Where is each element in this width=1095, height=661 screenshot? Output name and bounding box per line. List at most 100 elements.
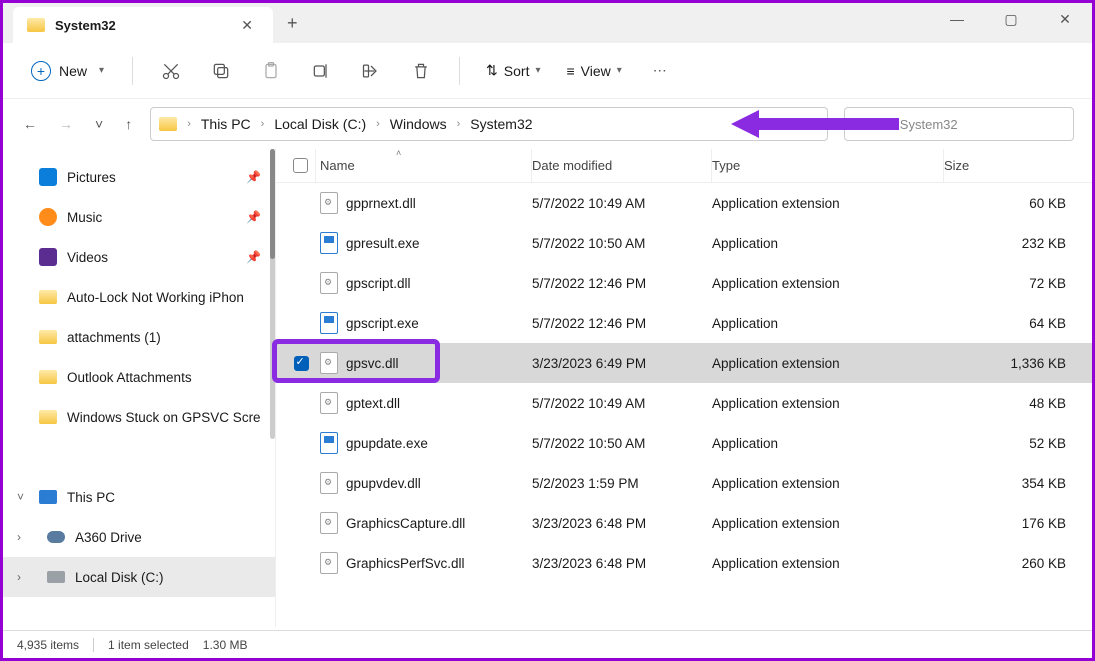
file-row[interactable]: gpprnext.dll 5/7/2022 10:49 AM Applicati… bbox=[276, 183, 1092, 223]
file-date: 3/23/2023 6:49 PM bbox=[532, 356, 712, 371]
expander-icon[interactable]: › bbox=[17, 530, 21, 544]
sidebar-item[interactable]: › Local Disk (C:) bbox=[3, 557, 275, 597]
sidebar-item[interactable]: › A360 Drive bbox=[3, 517, 275, 557]
file-size: 48 KB bbox=[944, 396, 1092, 411]
sidebar-item[interactable]: attachments (1) bbox=[3, 317, 275, 357]
close-tab-icon[interactable]: ✕ bbox=[235, 17, 259, 34]
sidebar-item[interactable]: Videos📌 bbox=[3, 237, 275, 277]
exe-file-icon bbox=[320, 432, 338, 454]
sidebar-item[interactable]: Auto-Lock Not Working iPhon bbox=[3, 277, 275, 317]
rename-icon[interactable] bbox=[301, 53, 341, 89]
new-label: New bbox=[59, 63, 87, 79]
sidebar-item[interactable]: Outlook Attachments bbox=[3, 357, 275, 397]
select-all-checkbox[interactable] bbox=[293, 158, 308, 173]
new-button[interactable]: + New ▾ bbox=[21, 55, 114, 87]
dll-file-icon bbox=[320, 552, 338, 574]
crumb-thispc[interactable]: This PC bbox=[197, 116, 255, 132]
view-button[interactable]: ≡ View ▾ bbox=[559, 63, 630, 79]
forward-button[interactable]: → bbox=[57, 114, 75, 134]
sidebar-item[interactable]: Pictures 📌 bbox=[3, 157, 275, 197]
file-name: gpscript.dll bbox=[346, 276, 411, 291]
file-row[interactable]: gpupvdev.dll 5/2/2023 1:59 PM Applicatio… bbox=[276, 463, 1092, 503]
up-button[interactable]: ↑ bbox=[123, 114, 134, 134]
share-icon[interactable] bbox=[351, 53, 391, 89]
sidebar-item[interactable]: Windows Stuck on GPSVC Scre bbox=[3, 397, 275, 437]
dll-file-icon bbox=[320, 272, 338, 294]
file-type: Application extension bbox=[712, 556, 944, 571]
crumb-windows[interactable]: Windows bbox=[386, 116, 451, 132]
view-label: View bbox=[581, 63, 611, 79]
maximize-button[interactable]: ▢ bbox=[996, 11, 1026, 28]
window-controls: — ▢ ✕ bbox=[942, 11, 1080, 28]
pin-icon: 📌 bbox=[246, 170, 261, 184]
sort-indicator-icon: ˄ bbox=[396, 148, 401, 158]
column-size[interactable]: Size bbox=[944, 149, 1092, 182]
recent-button[interactable]: ˅ bbox=[93, 114, 105, 134]
file-type: Application extension bbox=[712, 516, 944, 531]
crumb-system32[interactable]: System32 bbox=[466, 116, 536, 132]
copy-icon[interactable] bbox=[201, 53, 241, 89]
crumb-c[interactable]: Local Disk (C:) bbox=[270, 116, 370, 132]
cut-icon[interactable] bbox=[151, 53, 191, 89]
sidebar-item-label: attachments (1) bbox=[67, 330, 161, 345]
column-name[interactable]: Name˄ bbox=[316, 149, 532, 182]
sort-button[interactable]: ⇅ Sort ▾ bbox=[478, 62, 548, 79]
sidebar-item[interactable]: Music📌 bbox=[3, 197, 275, 237]
file-date: 5/7/2022 10:50 AM bbox=[532, 436, 712, 451]
column-date[interactable]: Date modified bbox=[532, 149, 712, 182]
folder-icon bbox=[39, 330, 57, 344]
file-size: 354 KB bbox=[944, 476, 1092, 491]
more-icon[interactable]: ⋯ bbox=[640, 53, 680, 89]
file-name: gpsvc.dll bbox=[346, 356, 399, 371]
file-type: Application bbox=[712, 316, 944, 331]
sidebar-item-label: Pictures bbox=[67, 170, 116, 185]
chevron-down-icon: ▾ bbox=[535, 65, 540, 76]
column-type[interactable]: Type bbox=[712, 149, 944, 182]
music-icon bbox=[39, 208, 57, 226]
expander-icon[interactable]: ˅ bbox=[17, 490, 24, 504]
tab-bar: System32 ✕ + bbox=[3, 3, 1092, 43]
dll-file-icon bbox=[320, 192, 338, 214]
pc-icon bbox=[39, 490, 57, 504]
breadcrumb[interactable]: › This PC › Local Disk (C:) › Windows › … bbox=[150, 107, 828, 141]
file-size: 72 KB bbox=[944, 276, 1092, 291]
minimize-button[interactable]: — bbox=[942, 11, 972, 28]
paste-icon[interactable] bbox=[251, 53, 291, 89]
sidebar-item-label: A360 Drive bbox=[75, 530, 142, 545]
back-button[interactable]: ← bbox=[21, 114, 39, 134]
file-name: gpupvdev.dll bbox=[346, 476, 421, 491]
file-row[interactable]: gpscript.exe 5/7/2022 12:46 PM Applicati… bbox=[276, 303, 1092, 343]
exe-file-icon bbox=[320, 312, 338, 334]
new-tab-button[interactable]: + bbox=[273, 13, 312, 34]
sidebar-scrollbar-thumb[interactable] bbox=[270, 149, 275, 259]
file-name: gpresult.exe bbox=[346, 236, 420, 251]
status-total: 4,935 items bbox=[17, 638, 79, 652]
close-button[interactable]: ✕ bbox=[1050, 11, 1080, 28]
annotation-arrow bbox=[731, 110, 899, 138]
file-name: gpscript.exe bbox=[346, 316, 419, 331]
file-row[interactable]: gpupdate.exe 5/7/2022 10:50 AM Applicati… bbox=[276, 423, 1092, 463]
file-row[interactable]: gpresult.exe 5/7/2022 10:50 AM Applicati… bbox=[276, 223, 1092, 263]
delete-icon[interactable] bbox=[401, 53, 441, 89]
row-checkbox[interactable] bbox=[294, 356, 309, 371]
expander-icon[interactable]: › bbox=[17, 570, 21, 584]
sidebar-item[interactable]: ˅ This PC bbox=[3, 477, 275, 517]
sidebar-item-label: This PC bbox=[67, 490, 115, 505]
file-size: 64 KB bbox=[944, 316, 1092, 331]
dll-file-icon bbox=[320, 392, 338, 414]
tab-system32[interactable]: System32 ✕ bbox=[13, 7, 273, 43]
nav-row: ← → ˅ ↑ › This PC › Local Disk (C:) › Wi… bbox=[3, 99, 1092, 149]
file-row[interactable]: GraphicsCapture.dll 3/23/2023 6:48 PM Ap… bbox=[276, 503, 1092, 543]
file-header: Name˄ Date modified Type Size bbox=[276, 149, 1092, 183]
main: Pictures 📌 Music📌Videos📌Auto-Lock Not Work… bbox=[3, 149, 1092, 627]
file-row[interactable]: gptext.dll 5/7/2022 10:49 AM Application… bbox=[276, 383, 1092, 423]
file-type: Application extension bbox=[712, 276, 944, 291]
file-row[interactable]: gpscript.dll 5/7/2022 12:46 PM Applicati… bbox=[276, 263, 1092, 303]
file-type: Application bbox=[712, 236, 944, 251]
file-row[interactable]: gpsvc.dll 3/23/2023 6:49 PM Application … bbox=[276, 343, 1092, 383]
file-row[interactable]: GraphicsPerfSvc.dll 3/23/2023 6:48 PM Ap… bbox=[276, 543, 1092, 583]
chevron-right-icon: › bbox=[187, 118, 191, 130]
file-size: 260 KB bbox=[944, 556, 1092, 571]
sidebar-item-label: Outlook Attachments bbox=[67, 370, 192, 385]
sidebar-item-label: Local Disk (C:) bbox=[75, 570, 164, 585]
